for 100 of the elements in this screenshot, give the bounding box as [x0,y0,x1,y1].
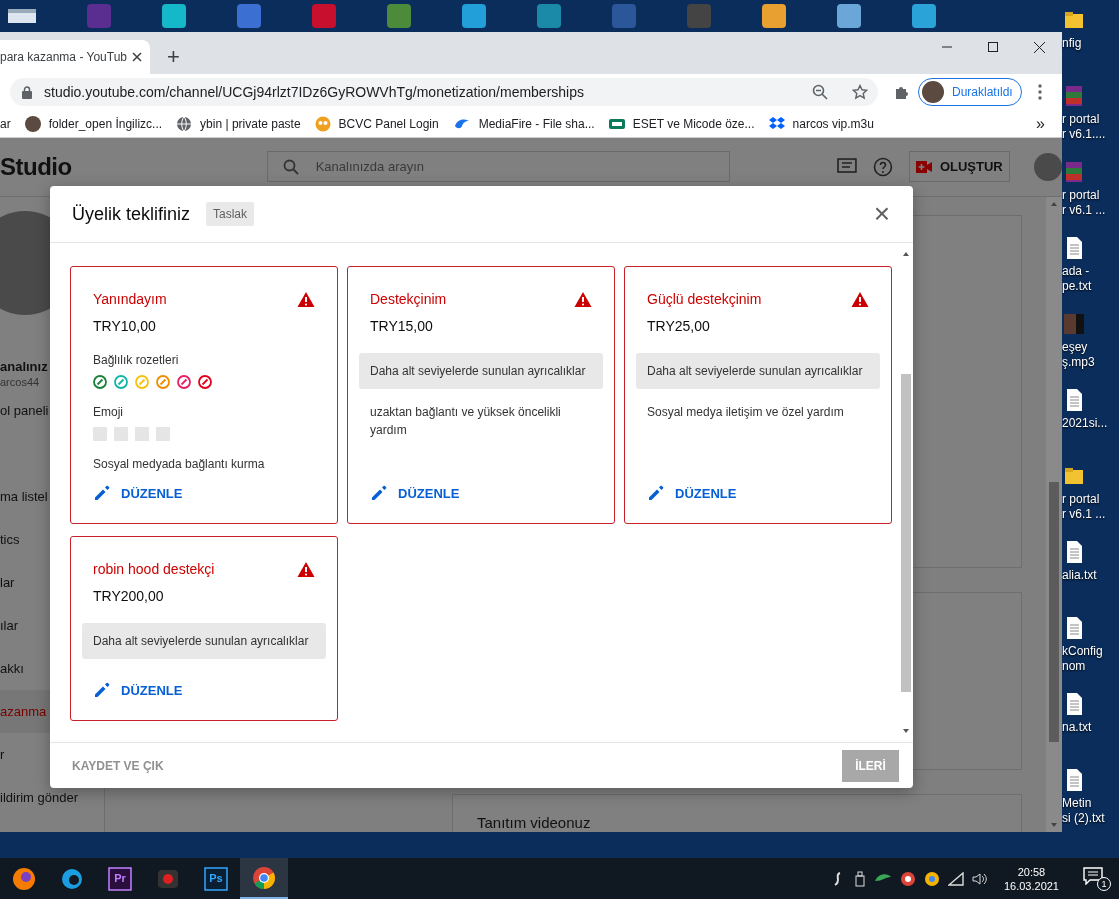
studio-logo: Studio [0,151,72,182]
more-bookmarks-button[interactable]: » [1035,114,1046,133]
edit-button[interactable]: DÜZENLE [370,483,592,503]
edit-button[interactable]: DÜZENLE [93,680,315,700]
file-label[interactable]: r portal r v6.1 ... [1062,188,1119,218]
close-button[interactable]: × [872,199,891,229]
bookmark-link[interactable]: ar [0,114,11,133]
file-label[interactable]: ada - pe.txt [1062,264,1119,294]
tier-name: robin hood destekçi [93,560,216,579]
zoom-icon[interactable] [812,84,828,100]
nav-item[interactable]: r [0,745,5,764]
file-icon [1064,84,1084,108]
dialog-title: Üyelik teklifiniz [72,202,191,226]
owl-icon [314,115,331,132]
bookmark-link[interactable]: ybin | private paste [200,114,301,133]
close-icon [1033,41,1045,53]
avatar[interactable] [1034,152,1062,181]
app-icon[interactable] [612,4,636,28]
menu-icon[interactable] [1037,84,1042,100]
app-icon[interactable] [462,4,486,28]
file-label[interactable]: 2021si... [1062,416,1119,431]
file-icon [1064,768,1084,792]
help-icon[interactable] [872,156,893,177]
inherited-perks: Daha alt seviyelerde sunulan ayrıcalıklar [636,353,880,389]
app-icon[interactable] [387,4,411,28]
app-icon[interactable] [687,4,711,28]
file-icon [1064,692,1084,716]
clock-date[interactable]: 16.03.2021 [1003,878,1059,893]
bookmark-link[interactable]: folder_open İngilizc... [48,114,163,133]
bookmark-link[interactable]: MediaFire - File sha... [478,114,595,133]
create-button[interactable]: OLUŞTUR [908,151,1011,183]
cloud-icon [452,117,471,130]
extensions-icon[interactable] [894,84,910,100]
tier-price: TRY15,00 [370,317,434,336]
app-icon [252,865,276,890]
nav-item[interactable]: lar [0,573,15,592]
star-icon[interactable] [852,84,868,100]
taskbar-app[interactable] [240,858,288,899]
file-label[interactable]: na.txt [1062,720,1119,735]
browser-tab[interactable]: para kazanma - YouTub [0,40,150,74]
app-icon[interactable] [312,4,336,28]
perk-text: Sosyal medyada bağlantı kurma [93,456,266,473]
emoji-placeholder [156,427,170,441]
file-label[interactable]: r portal r v6.1 ... [1062,492,1119,522]
perk-text: uzaktan bağlantı ve yüksek öncelikli yardım [370,404,562,439]
tier-price: TRY200,00 [93,587,165,606]
file-label[interactable]: r portal r v6.1.... [1062,112,1119,142]
nav-item[interactable]: tics [0,530,20,549]
file-label[interactable]: alia.txt [1062,568,1119,583]
app-icon [12,866,36,891]
taskbar-app[interactable]: Pr [96,858,144,899]
file-label[interactable]: eşey ş.mp3 [1062,340,1119,370]
emoji-placeholder [135,427,149,441]
bookmark-link[interactable]: ESET ve Micode öze... [632,114,755,133]
file-icon [1064,236,1084,260]
app-icon[interactable] [912,4,936,28]
new-tab-button[interactable]: + [166,44,181,70]
file-icon [1064,160,1084,184]
inherited-perks: Daha alt seviyelerde sunulan ayrıcalıklar [359,353,603,389]
emoji-placeholder [114,427,128,441]
file-icon [1064,540,1084,564]
close-icon[interactable] [132,52,142,62]
file-label[interactable]: nfig [1062,36,1119,51]
taskbar-app[interactable]: Ps [192,858,240,899]
nav-item[interactable]: ılar [0,616,19,635]
tray-icon [899,870,916,887]
app-icon [108,866,132,891]
file-label[interactable]: Metin si (2).txt [1062,796,1119,826]
clock-time[interactable]: 20:58 [1003,864,1059,879]
perk-text: Sosyal medya iletişim ve özel yardım [647,404,845,421]
nav-item[interactable]: ol paneli [0,401,49,420]
app-icon[interactable] [87,4,111,28]
bookmark-link[interactable]: BCVC Panel Login [338,114,439,133]
edit-button[interactable]: DÜZENLE [647,483,869,503]
app-icon[interactable] [237,4,261,28]
tier-price: TRY25,00 [647,317,711,336]
nav-item[interactable]: ildirim gönder [0,788,79,807]
box-icon [768,116,785,131]
search-field[interactable]: Kanalınızda arayın [266,151,730,183]
app-icon [60,866,84,891]
comment-icon[interactable] [836,157,857,176]
maximize-icon [988,42,998,52]
panel-title: Tanıtım videonuz [477,813,591,831]
nav-item[interactable]: akkı [0,659,24,678]
tier-price: TRY10,00 [93,317,157,336]
chip-icon [608,118,625,129]
address-bar[interactable]: studio.youtube.com/channel/UCGj94rlzt7IDz6GyROWVhTg/monetization/memberships [10,78,878,106]
app-icon[interactable] [537,4,561,28]
app-icon[interactable] [837,4,861,28]
profile-button[interactable]: Duraklatıldı [918,78,1022,106]
pencil-icon [93,484,111,503]
bookmark-link[interactable]: narcos vip.m3u [792,114,874,133]
nav-item[interactable]: ma listel [0,487,48,506]
app-icon[interactable] [162,4,186,28]
app-icon[interactable] [762,4,786,28]
inherited-perks: Daha alt seviyelerde sunulan ayrıcalıklar [82,623,326,659]
file-label[interactable]: kConfig nom [1062,644,1119,674]
file-icon [1064,312,1084,336]
search-icon [282,159,299,176]
edit-button[interactable]: DÜZENLE [93,483,315,503]
